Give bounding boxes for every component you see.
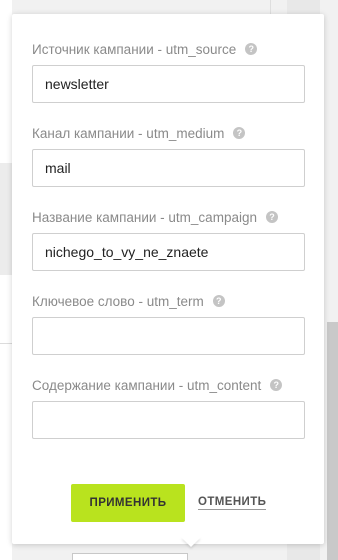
utm-campaign-label: Название кампании - utm_campaign ?	[32, 209, 278, 225]
question-circle-icon[interactable]: ?	[270, 379, 283, 391]
scrollbar-thumb[interactable]	[327, 322, 338, 560]
utm-content-label-text: Содержание кампании - utm_content	[32, 377, 262, 393]
utm-source-input[interactable]	[32, 65, 305, 103]
question-circle-icon[interactable]: ?	[233, 127, 246, 139]
utm-campaign-input[interactable]	[32, 233, 305, 271]
background-divider	[0, 343, 12, 344]
background-band	[0, 163, 12, 275]
background-panel-left	[0, 0, 12, 560]
cancel-link[interactable]: ОТМЕНИТЬ	[198, 496, 267, 510]
utm-medium-input[interactable]	[32, 149, 305, 187]
apply-button[interactable]: ПРИМЕНИТЬ	[71, 484, 185, 522]
background-divider	[270, 0, 271, 14]
utm-parameters-popup: Источник кампании - utm_source ? Канал к…	[12, 14, 324, 544]
utm-term-label-text: Ключевое слово - utm_term	[32, 293, 204, 309]
utm-content-input[interactable]	[32, 401, 305, 439]
utm-term-input[interactable]	[32, 317, 305, 355]
question-circle-icon[interactable]: ?	[212, 295, 225, 307]
utm-term-label: Ключевое слово - utm_term ?	[32, 293, 225, 309]
utm-content-label: Содержание кампании - utm_content ?	[32, 377, 283, 393]
utm-medium-label-text: Канал кампании - utm_medium	[32, 125, 225, 141]
utm-campaign-label-text: Название кампании - utm_campaign	[32, 209, 257, 225]
question-circle-icon[interactable]: ?	[245, 43, 258, 55]
utm-source-label-text: Источник кампании - utm_source	[32, 41, 237, 57]
question-circle-icon[interactable]: ?	[265, 211, 278, 223]
utm-source-label: Источник кампании - utm_source ?	[32, 41, 258, 57]
background-input-box	[72, 553, 188, 560]
utm-medium-label: Канал кампании - utm_medium ?	[32, 125, 246, 141]
popup-pointer-arrow	[181, 537, 201, 547]
